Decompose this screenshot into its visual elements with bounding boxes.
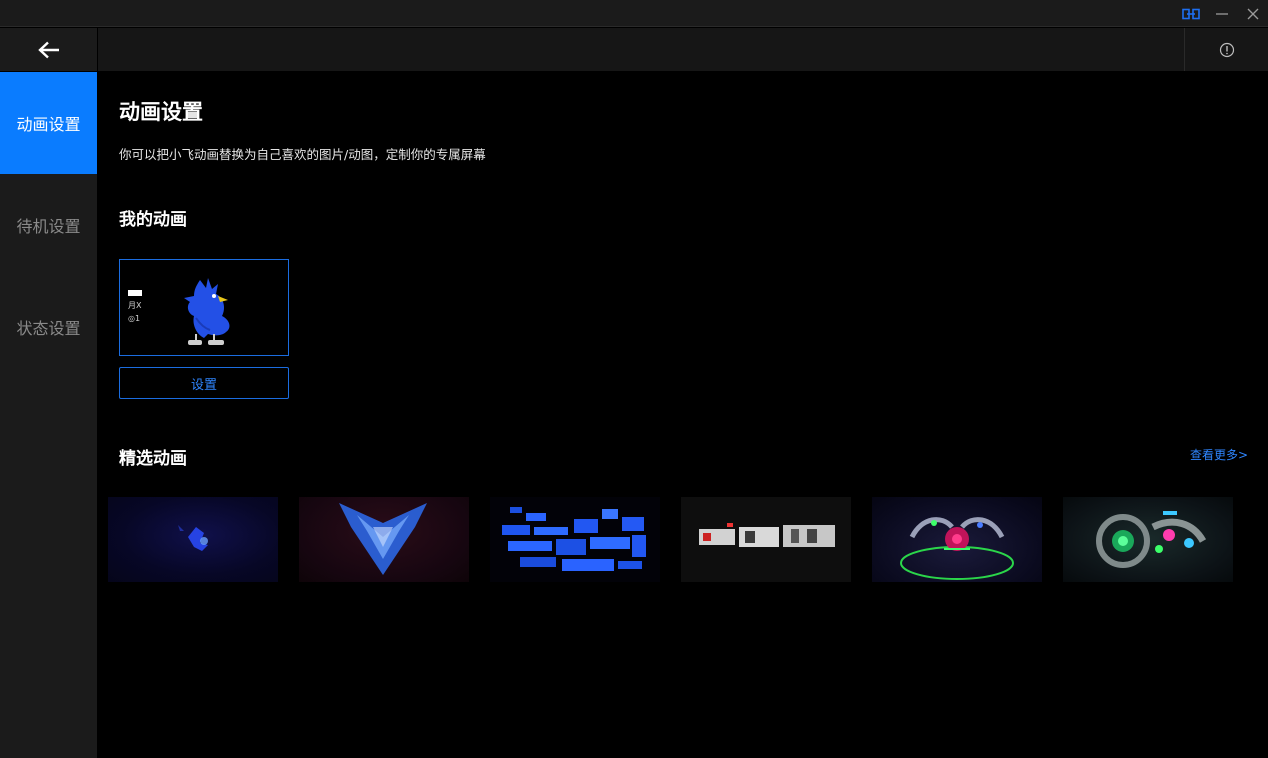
preview-status-line: ◎1 — [128, 314, 141, 323]
featured-animation-heading: 精选动画 — [119, 449, 187, 469]
info-circle-icon — [1219, 42, 1234, 57]
featured-animation-thumbnail[interactable] — [299, 497, 469, 582]
bird-mascot-image — [184, 278, 230, 345]
close-icon[interactable] — [1238, 0, 1268, 27]
featured-animation-thumbnail[interactable] — [108, 497, 278, 582]
title-bar — [0, 0, 1268, 27]
sidebar: 动画设置 待机设置 状态设置 — [0, 72, 97, 758]
preview-status-lines: 月X ◎1 — [128, 286, 142, 325]
page-description: 你可以把小飞动画替换为自己喜欢的图片/动图，定制你的专属屏幕 — [119, 147, 486, 162]
page-title: 动画设置 — [119, 100, 203, 124]
arrow-left-icon — [37, 41, 59, 58]
featured-animation-thumbnail[interactable] — [681, 497, 851, 582]
minimize-icon[interactable] — [1207, 0, 1237, 27]
info-button[interactable] — [1184, 28, 1268, 71]
my-animation-preview[interactable]: 月X ◎1 — [119, 259, 289, 356]
see-more-link[interactable]: 查看更多> — [1190, 446, 1248, 463]
my-animation-heading: 我的动画 — [119, 210, 187, 230]
animation-settings-button[interactable]: 设置 — [119, 367, 289, 399]
featured-animation-thumbnail[interactable] — [1063, 497, 1233, 582]
header-bar — [98, 28, 1268, 71]
link-icon[interactable] — [1176, 0, 1206, 27]
preview-status-line: 月X — [128, 301, 142, 310]
sidebar-item-animation-settings[interactable]: 动画设置 — [0, 72, 97, 174]
back-button[interactable] — [0, 28, 97, 71]
featured-animation-thumbnail[interactable] — [872, 497, 1042, 582]
battery-icon — [128, 289, 142, 296]
sidebar-item-standby-settings[interactable]: 待机设置 — [0, 174, 97, 276]
featured-animation-thumbnail[interactable] — [490, 497, 660, 582]
main-content: 动画设置 你可以把小飞动画替换为自己喜欢的图片/动图，定制你的专属屏幕 我的动画… — [98, 72, 1268, 758]
sidebar-item-status-settings[interactable]: 状态设置 — [0, 276, 97, 378]
